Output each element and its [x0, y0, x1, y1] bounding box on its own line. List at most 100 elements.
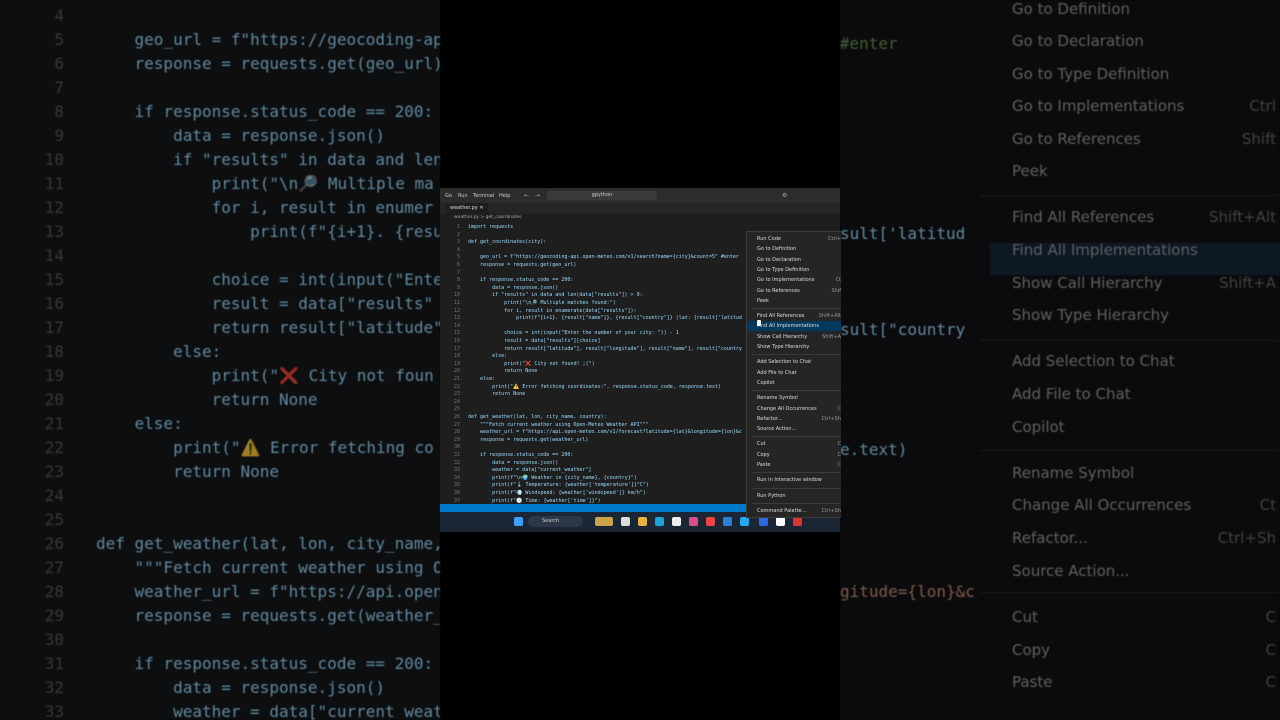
code-line[interactable]: if response.status_code == 200: — [468, 452, 573, 460]
close-icon[interactable]: ✕ — [479, 205, 483, 211]
menu-terminal[interactable]: Terminal — [473, 193, 494, 199]
forward-arrow-icon[interactable]: → — [535, 192, 540, 199]
breadcrumb[interactable]: weather.py > get_coordinates — [454, 215, 522, 220]
store-icon[interactable] — [689, 517, 698, 526]
context-menu-item[interactable]: Command Palette... Ctrl+Sh — [747, 506, 841, 516]
menu-help[interactable]: Help — [499, 193, 510, 199]
code-line[interactable]: weather = data["current_weather"] — [468, 467, 591, 475]
task-view-icon[interactable] — [621, 517, 630, 526]
code-line[interactable]: print("⚠️ Error fetching coordinates:", … — [468, 384, 721, 392]
file-explorer-icon[interactable] — [638, 517, 647, 526]
menu-go[interactable]: Go — [445, 193, 452, 199]
context-menu-item[interactable]: Paste C — [747, 460, 841, 470]
command-center-search[interactable]: gpython — [547, 191, 657, 200]
code-line[interactable]: else: — [468, 353, 507, 361]
code-line[interactable]: response = requests.get(geo_url) — [468, 262, 576, 270]
context-menu-item[interactable]: Run in Interactive window — [747, 475, 841, 485]
code-line[interactable]: import requests — [468, 224, 513, 232]
code-line[interactable]: print("❌ City not found! ;(") — [468, 361, 595, 369]
bg-code-line: 10 if "results" in data and len — [0, 148, 440, 172]
context-menu-item[interactable]: Find All Implementations — [747, 321, 841, 332]
code-line[interactable]: return None — [468, 391, 525, 399]
code-line[interactable]: response = requests.get(weather_url) — [468, 437, 588, 445]
menu-item-shortcut: Shif — [831, 287, 842, 294]
context-menu-item[interactable]: Change All Occurrences C — [747, 404, 841, 414]
code-line[interactable]: for i, result in enumerate(data["results… — [468, 308, 636, 316]
word-icon[interactable] — [723, 517, 732, 526]
code-line[interactable]: data = response.json() — [468, 285, 558, 293]
code-line[interactable]: def get_weather(lat, lon, city_name, cou… — [468, 414, 606, 422]
code-line[interactable]: weather_url = f"https://api.open-meteo.c… — [468, 429, 742, 437]
app-icon-2[interactable] — [759, 517, 768, 526]
copilot-icon[interactable]: ⚙ — [782, 192, 787, 199]
context-menu-item[interactable]: Rename Symbol — [747, 393, 841, 403]
line-number: 3 — [456, 239, 460, 246]
context-menu-item[interactable]: Go to Definition — [747, 244, 841, 254]
context-menu-item[interactable]: Peek — [747, 296, 841, 306]
windows-start-icon[interactable] — [514, 517, 523, 526]
context-menu-item[interactable]: Go to Declaration — [747, 255, 841, 265]
context-menu-item[interactable]: Find All References Shift+Alt — [747, 311, 841, 321]
line-number: 31 — [453, 452, 460, 458]
line-number: 12 — [453, 307, 460, 314]
context-menu-item[interactable]: Source Action... — [747, 424, 841, 434]
code-line[interactable]: data = response.json() — [468, 460, 558, 468]
tab-weather-py[interactable]: weather.py ✕ — [446, 203, 488, 214]
bg-code-text: if "results" in data and len — [96, 150, 440, 169]
context-menu-item[interactable]: Show Type Hierarchy — [747, 342, 841, 352]
code-line[interactable]: geo_url = f"https://geocoding-api.open-m… — [468, 254, 739, 262]
context-menu-item[interactable]: Refactor... Ctrl+Sh — [747, 414, 841, 424]
context-menu-item[interactable]: Go to Implementations Ct — [747, 275, 841, 285]
code-line[interactable]: """Fetch current weather using Open-Mete… — [468, 422, 649, 430]
edge-icon[interactable] — [655, 517, 664, 526]
bg-code-snippet: gitude={lon}&c — [840, 582, 975, 601]
bg-menu-shortcut: C — [1265, 673, 1276, 691]
line-number: 22 — [453, 383, 460, 390]
context-menu-item[interactable]: Add Selection to Chat — [747, 357, 841, 367]
menu-separator — [751, 354, 841, 356]
context-menu-item[interactable]: Cut C — [747, 439, 841, 449]
notion-icon[interactable] — [776, 517, 785, 526]
code-line[interactable]: return None — [468, 368, 537, 376]
weather-widget-icon[interactable] — [595, 517, 613, 526]
bg-code-text: return None — [96, 390, 318, 409]
line-number: 6 — [456, 262, 460, 268]
context-menu-item[interactable]: Run Python — [747, 491, 841, 501]
code-line[interactable]: choice = int(input("Enter the number of … — [468, 330, 679, 338]
bg-code-line: 32 data = response.json() — [0, 676, 440, 700]
bg-code-line: 16 result = data["results" — [0, 292, 440, 316]
code-line[interactable]: print(f"💨 Windspeed: {weather['windspeed… — [468, 490, 646, 498]
code-line[interactable]: return result["latitude"], result["longi… — [468, 346, 742, 354]
line-number: 18 — [453, 353, 460, 360]
menu-item-label: Go to References — [757, 287, 800, 294]
bg-line-number: 18 — [44, 342, 64, 361]
context-menu-item[interactable]: Add File to Chat — [747, 368, 841, 378]
context-menu-item[interactable]: Run Code Ctrl+ — [747, 234, 841, 244]
chrome-icon[interactable] — [793, 517, 802, 526]
code-line[interactable]: def get_coordinates(city): — [468, 239, 546, 247]
menu-item-label: Rename Symbol — [757, 395, 798, 402]
code-line[interactable]: result = data["results"][choice] — [468, 338, 600, 346]
line-number: 16 — [453, 338, 460, 344]
code-line[interactable]: print(f"🌡 Temperature: {weather['tempera… — [468, 482, 649, 490]
code-line[interactable]: if response.status_code == 200: — [468, 277, 573, 285]
context-menu-item[interactable]: Copilot — [747, 378, 841, 388]
code-line[interactable]: if "results" in data and len(data["resul… — [468, 292, 643, 300]
taskbar-search[interactable]: Search — [528, 516, 583, 527]
menu-run[interactable]: Run — [458, 193, 468, 199]
back-arrow-icon[interactable]: ← — [524, 192, 529, 199]
brave-icon[interactable] — [706, 517, 715, 526]
bg-code-text: """Fetch current weather using O — [96, 558, 440, 577]
code-line[interactable]: print("\n🔎 Multiple matches found:") — [468, 300, 616, 308]
line-number: 28 — [453, 429, 460, 436]
context-menu-item[interactable]: Go to References Shif — [747, 286, 841, 296]
app-icon[interactable] — [672, 517, 681, 526]
context-menu-item[interactable]: Show Call Hierarchy Shift+A — [747, 332, 841, 342]
vscode-taskbar-icon[interactable] — [740, 517, 749, 526]
code-line[interactable]: else: — [468, 376, 495, 384]
context-menu-item[interactable]: Copy C — [747, 450, 841, 460]
code-line[interactable]: print(f"{i+1}. {result["name"]}, {result… — [468, 315, 742, 323]
context-menu-item[interactable]: Go to Type Definition — [747, 265, 841, 275]
menu-separator — [751, 472, 841, 474]
line-number: 4 — [456, 246, 460, 253]
